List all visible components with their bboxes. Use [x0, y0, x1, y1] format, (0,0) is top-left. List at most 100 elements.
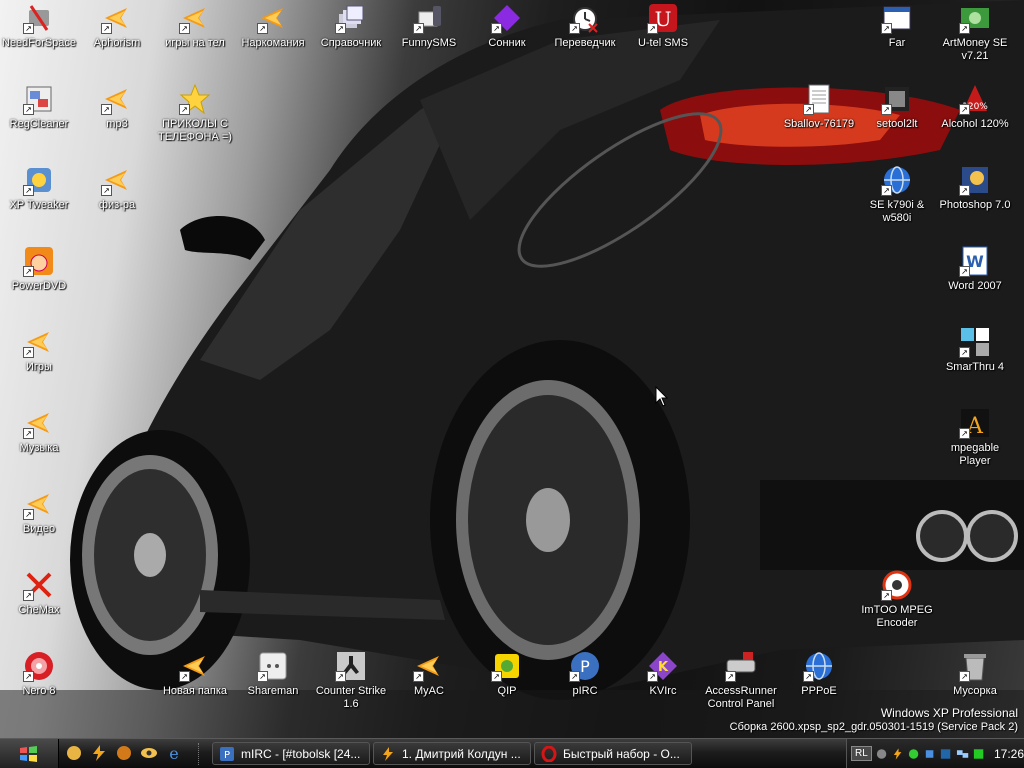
desktop-icon-artmoney-se-v7-21[interactable]: ↗ ArtMoney SE v7.21	[936, 2, 1014, 63]
desktop-icon-xp-tweaker[interactable]: ↗ XP Tweaker	[0, 164, 78, 212]
desktop-icon-видео[interactable]: ↗ Видео	[0, 488, 78, 536]
tweak-icon: ↗	[23, 164, 55, 196]
desktop-icon-справочник[interactable]: ↗ Справочник	[312, 2, 390, 50]
tray-network-icon[interactable]	[956, 747, 969, 761]
desktop-icon-музыка[interactable]: ↗ Музыка	[0, 407, 78, 455]
shortcut-arrow-icon: ↗	[647, 671, 658, 682]
taskbar: e P mIRC - [#tobolsk [24... 1. Дмитрий К…	[0, 738, 1024, 768]
desktop-icon-regcleaner[interactable]: ↗ RegCleaner	[0, 83, 78, 131]
desktop-icon-setool2lt[interactable]: ↗ setool2lt	[858, 83, 936, 131]
eye-icon[interactable]	[139, 743, 159, 763]
desktop-icon-label: ImTOO MPEG Encoder	[861, 604, 933, 629]
desktop-icon-переведчик[interactable]: ↗ Переведчик	[546, 2, 624, 50]
tray-antivirus-icon[interactable]	[939, 747, 952, 761]
desktop-icon-word-2007[interactable]: W ↗ Word 2007	[936, 245, 1014, 293]
cross-icon: ↗	[23, 569, 55, 601]
desktop-icon-far[interactable]: ↗ Far	[858, 2, 936, 50]
access-icon: ↗	[725, 650, 757, 682]
desktop-icon-label: Photoshop 7.0	[939, 199, 1011, 211]
taskbar-button-opera[interactable]: Быстрый набор - О...	[534, 742, 692, 765]
ie-icon[interactable]: e	[164, 743, 184, 763]
desktop-icon-shareman[interactable]: ↗ Shareman	[234, 650, 312, 698]
desktop-icon-photoshop-7-0[interactable]: ↗ Photoshop 7.0	[936, 164, 1014, 212]
desktop-icon-label: QIP	[497, 685, 517, 697]
desktop-icon-smarthru-4[interactable]: ↗ SmarThru 4	[936, 326, 1014, 374]
desktop-icon-chemax[interactable]: ↗ CheMax	[0, 569, 78, 617]
trash-icon: ↗	[959, 650, 991, 682]
desktop-icon-powerdvd[interactable]: ↗ PowerDVD	[0, 245, 78, 293]
globe-icon: ↗	[803, 650, 835, 682]
shortcut-arrow-icon: ↗	[101, 104, 112, 115]
dvd-icon: ↗	[23, 245, 55, 277]
desktop-icon-label: PowerDVD	[11, 280, 67, 292]
tray-tool-icon[interactable]	[923, 747, 936, 761]
desktop-icon-label: FunnySMS	[401, 37, 457, 49]
desktop-icon-accessrunner-control-panel[interactable]: ↗ AccessRunner Control Panel	[702, 650, 780, 711]
pirc-icon: P ↗	[569, 650, 601, 682]
desktop-icon-nero-8[interactable]: ↗ Nero 8	[0, 650, 78, 698]
desktop[interactable]: ↗ NeedForSpace ↗ Aphorism ↗ игры на тел ↗ Нарко…	[0, 0, 1024, 738]
desktop-icon-label: U-tel SMS	[637, 37, 689, 49]
desktop-icon-u-tel-sms[interactable]: U ↗ U-tel SMS	[624, 2, 702, 50]
desktop-icon-mp3[interactable]: ↗ mp3	[78, 83, 156, 131]
word-icon: W ↗	[959, 245, 991, 277]
desktop-icon-label: Музыка	[19, 442, 59, 454]
globe-icon: ↗	[881, 164, 913, 196]
desktop-icon-сонник[interactable]: ↗ Сонник	[468, 2, 546, 50]
desktop-icon-kvirc[interactable]: K ↗ KVIrc	[624, 650, 702, 698]
quick-launch: e	[64, 743, 184, 763]
desktop-icon-label: KVIrc	[649, 685, 677, 697]
shortcut-arrow-icon: ↗	[959, 23, 970, 34]
smart-icon: ↗	[959, 326, 991, 358]
desktop-icon-se-k790i-w580i[interactable]: ↗ SE k790i & w580i	[858, 164, 936, 225]
desktop-icon-mpegable-player[interactable]: A ↗ mpegable Player	[936, 407, 1014, 468]
quicklaunch-3-icon[interactable]	[114, 743, 134, 763]
desktop-icon-qip[interactable]: ↗ QIP	[468, 650, 546, 698]
shortcut-arrow-icon: ↗	[881, 104, 892, 115]
tray-flower-icon[interactable]	[907, 747, 920, 761]
start-button[interactable]	[0, 739, 59, 768]
shortcut-arrow-icon: ↗	[335, 23, 346, 34]
taskbar-button-winamp[interactable]: 1. Дмитрий Колдун ...	[373, 742, 531, 765]
desktop-icon-sballov-76179[interactable]: ↗ Sballov-76179	[780, 83, 858, 131]
taskbar-grip[interactable]	[198, 743, 203, 765]
desktop-icon-imtoo-mpeg-encoder[interactable]: ↗ ImTOO MPEG Encoder	[858, 569, 936, 630]
desktop-icon-label: Наркомания	[241, 37, 305, 49]
desktop-icon-aphorism[interactable]: ↗ Aphorism	[78, 2, 156, 50]
ps-icon: ↗	[959, 164, 991, 196]
lightning-icon	[383, 746, 393, 761]
desktop-icon-новая-папка[interactable]: ↗ Новая папка	[156, 650, 234, 698]
desktop-icon-мусорка[interactable]: ↗ Мусорка	[936, 650, 1014, 698]
shortcut-arrow-icon: ↗	[257, 23, 268, 34]
taskbar-button-mirc[interactable]: P mIRC - [#tobolsk [24...	[212, 742, 370, 765]
tray-speaker-icon[interactable]	[875, 747, 888, 761]
quicklaunch-1-icon[interactable]	[64, 743, 84, 763]
desktop-icon-pppoe[interactable]: ↗ PPPoE	[780, 650, 858, 698]
desktop-icon-приколы-с-телефона[interactable]: ↗ ПРИКОЛЫ С ТЕЛЕФОНА =)	[156, 83, 234, 144]
desktop-icon-counter-strike-1-6[interactable]: ↗ Counter Strike 1.6	[312, 650, 390, 711]
shortcut-arrow-icon: ↗	[23, 347, 34, 358]
desktop-icon-физ-ра[interactable]: ↗ физ-ра	[78, 164, 156, 212]
desktop-icon-игры[interactable]: ↗ Игры	[0, 326, 78, 374]
language-indicator[interactable]: RL	[851, 746, 872, 761]
lightning-icon[interactable]	[89, 743, 109, 763]
desktop-icon-myac[interactable]: ↗ MyAC	[390, 650, 468, 698]
shortcut-arrow-icon: ↗	[23, 23, 34, 34]
shortcut-arrow-icon: ↗	[257, 671, 268, 682]
clock[interactable]: 17:26	[994, 747, 1024, 761]
desktop-icon-label: PPPoE	[801, 685, 837, 697]
desktop-icon-pirc[interactable]: P ↗ pIRC	[546, 650, 624, 698]
desktop-icon-игры-на-тел[interactable]: ↗ игры на тел	[156, 2, 234, 50]
desktop-icon-alcohol-120[interactable]: 120% ↗ Alcohol 120%	[936, 83, 1014, 131]
desktop-icon-наркомания[interactable]: ↗ Наркомания	[234, 2, 312, 50]
shortcut-arrow-icon: ↗	[23, 590, 34, 601]
orange-icon: ↗	[413, 650, 445, 682]
shortcut-arrow-icon: ↗	[647, 23, 658, 34]
desktop-icon-needforspace[interactable]: ↗ NeedForSpace	[0, 2, 78, 50]
desktop-icon-funnysms[interactable]: ↗ FunnySMS	[390, 2, 468, 50]
desktop-icon-label: ArtMoney SE v7.21	[942, 37, 1008, 62]
tray-connection-icon[interactable]	[972, 747, 985, 761]
shortcut-arrow-icon: ↗	[881, 185, 892, 196]
shortcut-arrow-icon: ↗	[101, 185, 112, 196]
tray-lightning-icon[interactable]	[891, 747, 904, 761]
